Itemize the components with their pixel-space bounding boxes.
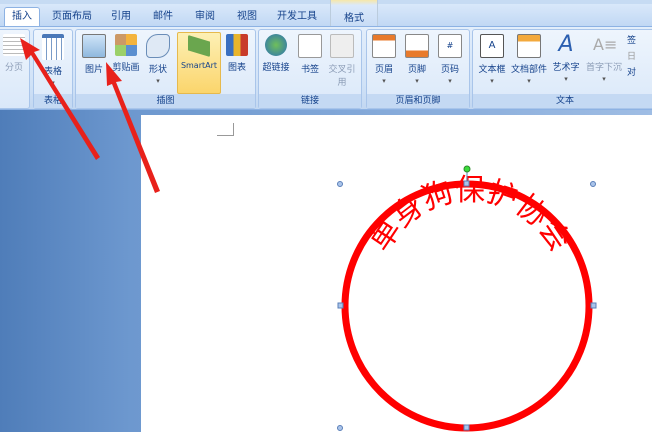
stamp-text: 单身狗保护协会 <box>363 173 577 258</box>
rotate-handle[interactable] <box>463 165 471 173</box>
annotation-arrows <box>20 38 160 193</box>
arrow-to-insert-tab <box>20 38 100 160</box>
stamp-overlay: 单身狗保护协会 <box>20 38 597 432</box>
arrow-to-picture <box>106 62 160 193</box>
